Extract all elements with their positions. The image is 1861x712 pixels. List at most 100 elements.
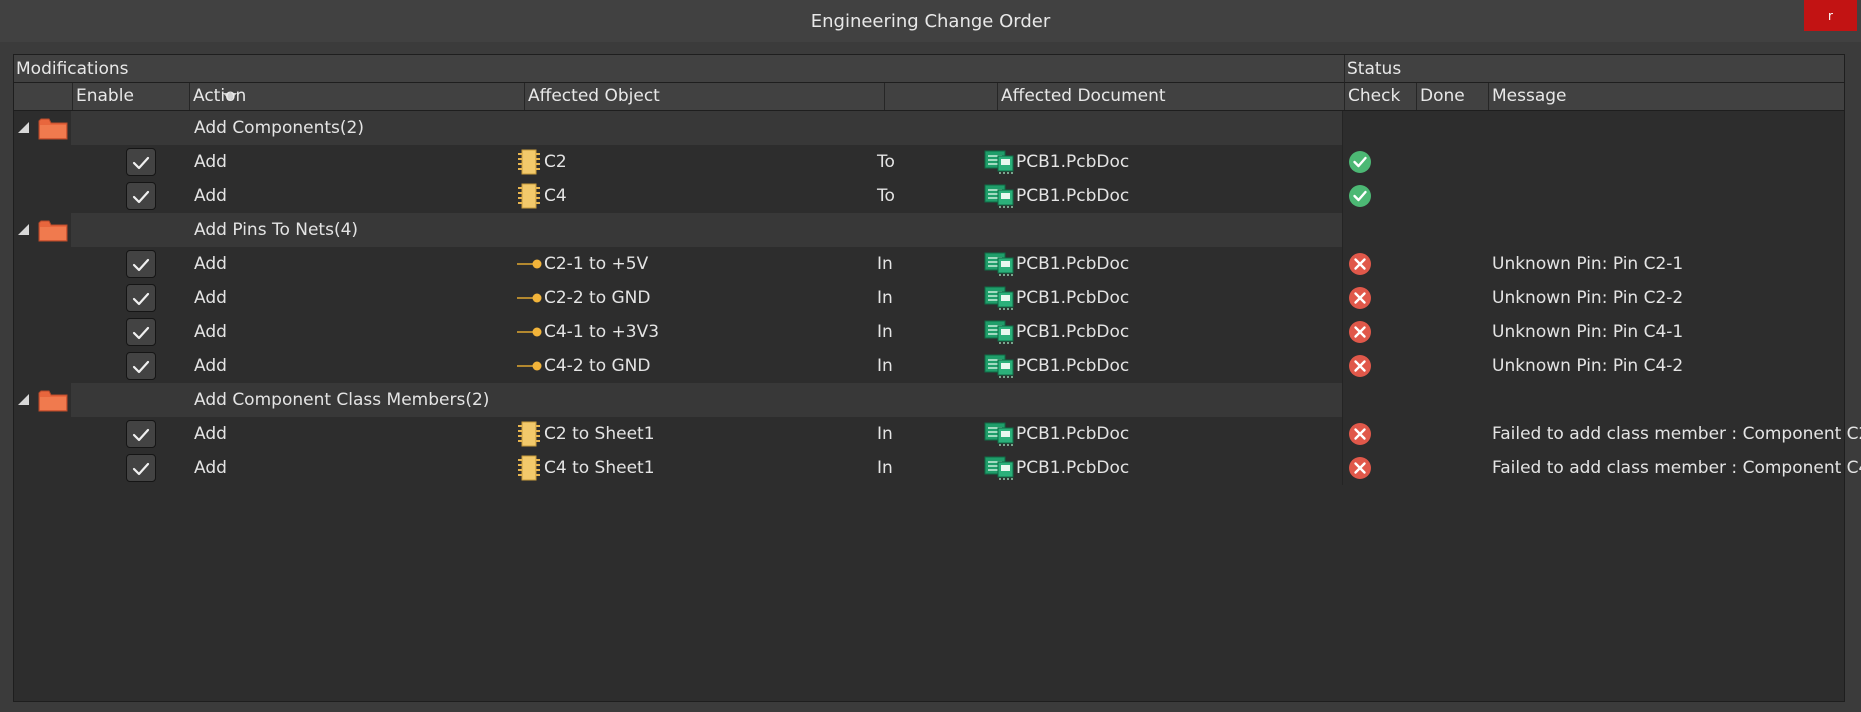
checkmark-icon	[132, 190, 150, 204]
message-cell: Unknown Pin: Pin C4-2	[1492, 356, 1684, 376]
column-header-affected-object[interactable]: Affected Object	[524, 83, 884, 110]
pcb-document-icon	[984, 422, 1014, 446]
pcb-document-icon	[984, 150, 1014, 174]
group-header-status: Status	[1344, 55, 1844, 83]
group-header-modifications: Modifications	[14, 55, 1344, 83]
group-row[interactable]: Add Component Class Members(2)	[14, 383, 1844, 417]
collapse-toggle-icon[interactable]	[18, 122, 29, 133]
table-row[interactable]: Add C4 To PCB1.PcbDoc	[14, 179, 1844, 213]
column-header-blank[interactable]	[884, 83, 997, 110]
ecr-grid: Modifications Status Enable Action Affec…	[13, 54, 1861, 702]
group-label: Add Component Class Members(2)	[194, 390, 490, 410]
column-header-action[interactable]: Action	[189, 83, 524, 110]
action-cell: Add	[194, 288, 227, 308]
preposition-cell: In	[877, 356, 893, 376]
checkmark-icon	[132, 156, 150, 170]
table-row[interactable]: Add C2 To PCB1.PcbDoc	[14, 145, 1844, 179]
group-row[interactable]: Add Pins To Nets(4)	[14, 213, 1844, 247]
error-icon	[1349, 355, 1371, 377]
status-separator	[1342, 451, 1343, 485]
checkmark-icon	[132, 292, 150, 306]
table-row[interactable]: Add C4-2 to GND In PCB1.PcbDoc Unknown Pin: …	[14, 349, 1844, 383]
preposition-cell: To	[877, 152, 895, 172]
preposition-cell: In	[877, 458, 893, 478]
pcb-document-icon	[984, 456, 1014, 480]
collapse-toggle-icon[interactable]	[18, 394, 29, 405]
check-status-error	[1348, 422, 1372, 451]
preposition-cell: In	[877, 322, 893, 342]
affected-object-cell: C2 to Sheet1	[544, 424, 655, 444]
affected-document-cell: PCB1.PcbDoc	[1016, 152, 1130, 172]
document-icon	[984, 250, 1014, 282]
collapse-toggle-icon[interactable]	[18, 224, 29, 235]
pcb-document-icon	[984, 252, 1014, 276]
group-folder	[38, 218, 68, 248]
table-row[interactable]: Add C2-2 to GND In PCB1.PcbDoc Unknown Pin: …	[14, 281, 1844, 315]
action-cell: Add	[194, 152, 227, 172]
enable-checkbox[interactable]	[126, 182, 156, 210]
enable-checkbox[interactable]	[126, 454, 156, 482]
affected-object-cell: C4-2 to GND	[544, 356, 651, 376]
enable-checkbox[interactable]	[126, 318, 156, 346]
error-icon	[1349, 321, 1371, 343]
check-ok-icon	[1349, 185, 1371, 207]
status-separator	[1342, 145, 1343, 179]
enable-checkbox[interactable]	[126, 352, 156, 380]
column-header-affected-document[interactable]: Affected Document	[997, 83, 1344, 110]
pcb-document-icon	[984, 286, 1014, 310]
pin-net-icon	[517, 293, 542, 303]
enable-checkbox[interactable]	[126, 250, 156, 278]
action-cell: Add	[194, 322, 227, 342]
close-button[interactable]: r	[1804, 0, 1857, 31]
pin-net-icon	[517, 259, 542, 269]
group-row-status-area	[1343, 213, 1844, 247]
document-icon	[984, 318, 1014, 350]
pin-net-icon	[517, 361, 542, 371]
pcb-document-icon	[984, 320, 1014, 344]
status-separator	[1342, 247, 1343, 281]
document-icon	[984, 284, 1014, 316]
enable-checkbox[interactable]	[126, 420, 156, 448]
error-icon	[1349, 253, 1371, 275]
enable-checkbox[interactable]	[126, 284, 156, 312]
object-icon	[517, 256, 543, 277]
component-icon	[518, 455, 540, 481]
folder-icon	[38, 390, 68, 412]
affected-document-cell: PCB1.PcbDoc	[1016, 186, 1130, 206]
preposition-cell: To	[877, 186, 895, 206]
component-icon	[518, 183, 540, 209]
group-row-status-area	[1343, 383, 1844, 417]
affected-object-cell: C2	[544, 152, 567, 172]
check-status-error	[1348, 252, 1372, 281]
message-cell: Failed to add class member : Component C…	[1492, 424, 1861, 444]
affected-document-cell: PCB1.PcbDoc	[1016, 288, 1130, 308]
title-bar: Engineering Change Order r	[0, 0, 1861, 42]
message-cell: Unknown Pin: Pin C2-2	[1492, 288, 1684, 308]
checkmark-icon	[132, 462, 150, 476]
table-row[interactable]: Add C2-1 to +5V In PCB1.PcbDoc Unknown Pin: …	[14, 247, 1844, 281]
pcb-document-icon	[984, 184, 1014, 208]
check-status-ok	[1348, 184, 1372, 213]
affected-document-cell: PCB1.PcbDoc	[1016, 254, 1130, 274]
action-cell: Add	[194, 356, 227, 376]
column-header-done[interactable]: Done	[1416, 83, 1488, 110]
column-header-check[interactable]: Check	[1344, 83, 1416, 110]
check-status-ok	[1348, 150, 1372, 179]
status-separator	[1342, 179, 1343, 213]
column-header-enable[interactable]: Enable	[72, 83, 237, 110]
checkmark-icon	[132, 258, 150, 272]
column-header-message[interactable]: Message	[1488, 83, 1844, 110]
group-row[interactable]: Add Components(2)	[14, 111, 1844, 145]
group-row-status-area	[1343, 111, 1844, 145]
table-row[interactable]: Add C4 to Sheet1 In PCB1.PcbDoc Failed to ad…	[14, 451, 1861, 485]
table-row[interactable]: Add C4-1 to +3V3 In PCB1.PcbDoc Unknown Pin:…	[14, 315, 1844, 349]
enable-checkbox[interactable]	[126, 148, 156, 176]
check-ok-icon	[1349, 151, 1371, 173]
message-cell: Unknown Pin: Pin C2-1	[1492, 254, 1684, 274]
action-cell: Add	[194, 424, 227, 444]
table-row[interactable]: Add C2 to Sheet1 In PCB1.PcbDoc Failed to ad…	[14, 417, 1861, 451]
checkmark-icon	[132, 428, 150, 442]
affected-object-cell: C4 to Sheet1	[544, 458, 655, 478]
affected-document-cell: PCB1.PcbDoc	[1016, 322, 1130, 342]
window-title: Engineering Change Order	[810, 10, 1051, 32]
